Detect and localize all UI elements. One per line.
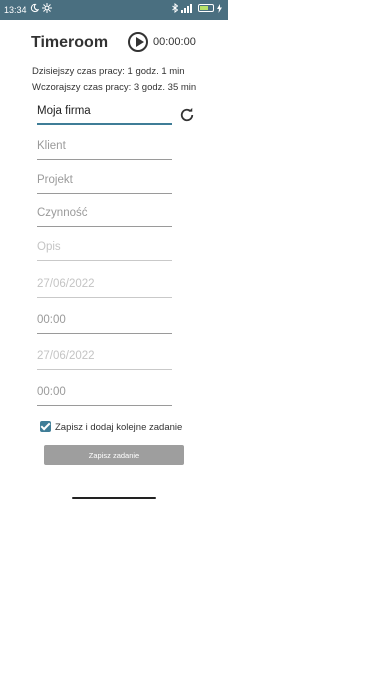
home-indicator[interactable] xyxy=(72,497,156,499)
signal-icon xyxy=(181,3,192,13)
company-field[interactable]: Moja firma xyxy=(37,99,172,125)
refresh-icon[interactable] xyxy=(178,106,196,124)
settings-icon xyxy=(41,3,52,13)
activity-field[interactable]: Czynność xyxy=(37,201,172,227)
add-next-checkbox[interactable] xyxy=(40,421,51,432)
project-field[interactable]: Projekt xyxy=(37,168,172,194)
today-worktime: Dzisiejszy czas pracy: 1 godz. 1 min xyxy=(32,66,185,77)
end-date-field[interactable]: 27/06/2022 xyxy=(37,344,172,370)
add-next-label[interactable]: Zapisz i dodaj kolejne zadanie xyxy=(55,422,182,433)
moon-icon xyxy=(30,3,39,13)
status-bar: 13:34 xyxy=(0,0,228,20)
bluetooth-icon xyxy=(172,3,178,13)
app-title: Timeroom xyxy=(31,34,109,51)
client-field[interactable]: Klient xyxy=(37,134,172,160)
status-icons-right xyxy=(172,3,222,13)
status-time: 13:34 xyxy=(4,5,27,15)
end-time-field[interactable]: 00:00 xyxy=(37,380,172,406)
play-icon[interactable] xyxy=(128,32,148,52)
yesterday-worktime: Wczorajszy czas pracy: 3 godz. 35 min xyxy=(32,82,197,93)
description-field[interactable]: Opis xyxy=(37,235,172,261)
status-icons-left xyxy=(30,3,52,15)
timer-display: 00:00:00 xyxy=(153,36,196,48)
charging-icon xyxy=(217,3,222,13)
save-task-button[interactable]: Zapisz zadanie xyxy=(44,445,184,465)
start-time-field[interactable]: 00:00 xyxy=(37,308,172,334)
start-date-field[interactable]: 27/06/2022 xyxy=(37,272,172,298)
battery-icon xyxy=(198,4,214,12)
